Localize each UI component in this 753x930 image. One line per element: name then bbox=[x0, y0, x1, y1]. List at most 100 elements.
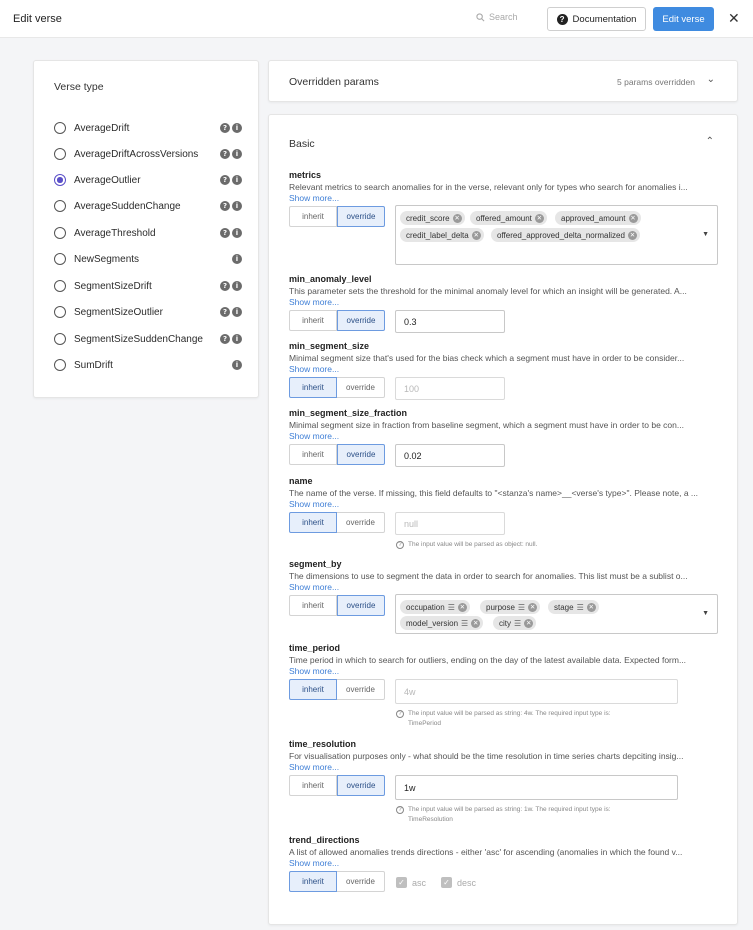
time-resolution-input[interactable]: 1w bbox=[395, 775, 678, 800]
info-icon[interactable]: i bbox=[232, 254, 242, 264]
show-more-link[interactable]: Show more... bbox=[289, 297, 719, 308]
info-icon[interactable]: i bbox=[232, 228, 242, 238]
override-button[interactable]: override bbox=[337, 679, 385, 700]
min-anomaly-level-input[interactable]: 0.3 bbox=[395, 310, 505, 333]
info-icon[interactable]: i bbox=[232, 123, 242, 133]
min-segment-size-input[interactable]: 100 bbox=[395, 377, 505, 400]
info-icon[interactable]: i bbox=[232, 360, 242, 370]
dropdown-arrow-icon[interactable]: ▼ bbox=[702, 610, 709, 617]
min-segment-size-fraction-input[interactable]: 0.02 bbox=[395, 444, 505, 467]
radio-button[interactable] bbox=[54, 253, 66, 265]
radio-button[interactable] bbox=[54, 174, 66, 186]
override-button[interactable]: override bbox=[337, 206, 385, 227]
show-more-link[interactable]: Show more... bbox=[289, 666, 719, 677]
verse-type-option[interactable]: AverageOutlier? i bbox=[54, 172, 242, 188]
show-more-link[interactable]: Show more... bbox=[289, 193, 719, 204]
radio-button[interactable] bbox=[54, 148, 66, 160]
verse-type-option[interactable]: AverageDrift? i bbox=[54, 120, 242, 136]
filter-icon[interactable]: ☰ bbox=[514, 619, 521, 628]
filter-icon[interactable]: ☰ bbox=[448, 603, 455, 612]
help-icon[interactable]: ? bbox=[220, 307, 230, 317]
inherit-button[interactable]: inherit bbox=[289, 871, 337, 892]
override-button[interactable]: override bbox=[337, 310, 385, 331]
radio-button[interactable] bbox=[54, 306, 66, 318]
verse-type-option[interactable]: NewSegments i bbox=[54, 251, 242, 267]
verse-type-option[interactable]: SumDrift i bbox=[54, 357, 242, 373]
info-icon[interactable]: i bbox=[232, 281, 242, 291]
filter-icon[interactable]: ☰ bbox=[518, 603, 525, 612]
help-icon[interactable]: ? bbox=[220, 228, 230, 238]
remove-chip-icon[interactable]: ✕ bbox=[452, 213, 462, 223]
close-icon[interactable]: ✕ bbox=[728, 11, 740, 25]
show-more-link[interactable]: Show more... bbox=[289, 582, 719, 593]
inherit-button[interactable]: inherit bbox=[289, 310, 337, 331]
remove-chip-icon[interactable]: ✕ bbox=[627, 230, 637, 240]
filter-icon[interactable]: ☰ bbox=[577, 603, 584, 612]
param-description: Relevant metrics to search anomalies for… bbox=[289, 182, 688, 192]
verse-type-option[interactable]: SegmentSizeDrift? i bbox=[54, 278, 242, 294]
metrics-multiselect[interactable]: credit_score ✕ offered_amount ✕ approved_a… bbox=[395, 205, 718, 265]
override-button[interactable]: override bbox=[337, 775, 385, 796]
remove-chip-icon[interactable]: ✕ bbox=[586, 602, 596, 612]
documentation-button[interactable]: ? Documentation bbox=[547, 7, 646, 31]
override-button[interactable]: override bbox=[337, 377, 385, 398]
name-input[interactable]: null bbox=[395, 512, 505, 535]
info-icon[interactable]: i bbox=[232, 149, 242, 159]
verse-type-option[interactable]: AverageThreshold? i bbox=[54, 225, 242, 241]
chevron-down-icon[interactable]: ⌄ bbox=[707, 74, 715, 85]
chevron-up-icon[interactable]: ⌃ bbox=[706, 136, 714, 147]
edit-verse-button[interactable]: Edit verse bbox=[653, 7, 714, 31]
dropdown-arrow-icon[interactable]: ▼ bbox=[702, 231, 709, 238]
override-button[interactable]: override bbox=[337, 871, 385, 892]
show-more-link[interactable]: Show more... bbox=[289, 499, 719, 510]
inherit-button[interactable]: inherit bbox=[289, 377, 337, 398]
overridden-params-panel[interactable]: Overridden params 5 params overridden ⌄ bbox=[268, 60, 738, 102]
segment-by-multiselect[interactable]: occupation ☰ ✕ purpose ☰ ✕ stage ☰ ✕ model_ver… bbox=[395, 594, 718, 634]
info-icon[interactable]: i bbox=[232, 201, 242, 211]
radio-button[interactable] bbox=[54, 333, 66, 345]
help-icon[interactable]: ? bbox=[220, 175, 230, 185]
asc-checkbox[interactable]: ✓ asc bbox=[396, 877, 426, 888]
radio-button[interactable] bbox=[54, 122, 66, 134]
remove-chip-icon[interactable]: ✕ bbox=[528, 602, 538, 612]
show-more-link[interactable]: Show more... bbox=[289, 858, 719, 869]
filter-icon[interactable]: ☰ bbox=[461, 619, 468, 628]
inherit-button[interactable]: inherit bbox=[289, 679, 337, 700]
info-icon[interactable]: i bbox=[232, 307, 242, 317]
verse-type-option[interactable]: SegmentSizeOutlier? i bbox=[54, 304, 242, 320]
override-button[interactable]: override bbox=[337, 595, 385, 616]
show-more-link[interactable]: Show more... bbox=[289, 431, 719, 442]
remove-chip-icon[interactable]: ✕ bbox=[457, 602, 467, 612]
inherit-button[interactable]: inherit bbox=[289, 775, 337, 796]
desc-checkbox[interactable]: ✓ desc bbox=[441, 877, 476, 888]
time-period-input[interactable]: 4w bbox=[395, 679, 678, 704]
radio-button[interactable] bbox=[54, 359, 66, 371]
inherit-button[interactable]: inherit bbox=[289, 512, 337, 533]
help-icon[interactable]: ? bbox=[220, 281, 230, 291]
help-icon[interactable]: ? bbox=[220, 149, 230, 159]
inherit-button[interactable]: inherit bbox=[289, 206, 337, 227]
help-icon[interactable]: ? bbox=[220, 334, 230, 344]
verse-type-option[interactable]: SegmentSizeSuddenChange? i bbox=[54, 331, 242, 347]
remove-chip-icon[interactable]: ✕ bbox=[524, 618, 534, 628]
inherit-button[interactable]: inherit bbox=[289, 444, 337, 465]
help-icon[interactable]: ? bbox=[220, 201, 230, 211]
remove-chip-icon[interactable]: ✕ bbox=[471, 230, 481, 240]
override-button[interactable]: override bbox=[337, 512, 385, 533]
show-more-link[interactable]: Show more... bbox=[289, 762, 719, 773]
help-icon[interactable]: ? bbox=[220, 123, 230, 133]
search-box[interactable]: Search bbox=[476, 12, 518, 22]
info-icon[interactable]: i bbox=[232, 175, 242, 185]
remove-chip-icon[interactable]: ✕ bbox=[628, 213, 638, 223]
verse-type-option[interactable]: AverageSuddenChange? i bbox=[54, 198, 242, 214]
verse-type-option[interactable]: AverageDriftAcrossVersions? i bbox=[54, 146, 242, 162]
inherit-button[interactable]: inherit bbox=[289, 595, 337, 616]
override-button[interactable]: override bbox=[337, 444, 385, 465]
radio-button[interactable] bbox=[54, 280, 66, 292]
remove-chip-icon[interactable]: ✕ bbox=[471, 618, 481, 628]
show-more-link[interactable]: Show more... bbox=[289, 364, 719, 375]
radio-button[interactable] bbox=[54, 227, 66, 239]
info-icon[interactable]: i bbox=[232, 334, 242, 344]
remove-chip-icon[interactable]: ✕ bbox=[534, 213, 544, 223]
radio-button[interactable] bbox=[54, 200, 66, 212]
